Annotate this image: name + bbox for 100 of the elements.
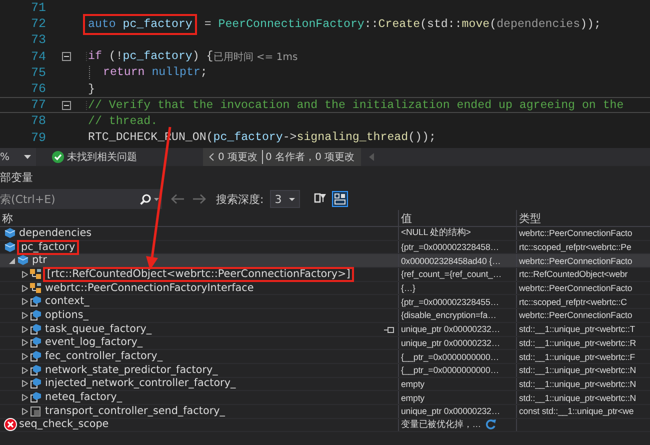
variable-row[interactable]: [rtc::RefCountedObject<webrtc::PeerConnectionFactory>] {ref_count_={ref_count_… rtc::RefCountedObject<webr <box>0 268 650 282</box>
variable-row[interactable]: network_state_predictor_factory_ {__ptr_=0x0000000000… std::__1::unique_ptr<webrtc::N <box>0 364 650 378</box>
class-hierarchy-icon <box>30 268 43 281</box>
variable-row[interactable]: ptr 0x000002328458ad40 {… webrtc::PeerConnectionFacto <box>0 254 650 268</box>
variable-name: seq_check_scope <box>19 419 109 430</box>
variable-type: std::__1::unique_ptr<webrtc::F <box>519 352 636 362</box>
zoom-dropdown[interactable]: % <box>0 148 36 166</box>
variable-type: webrtc::PeerConnectionFacto <box>519 256 632 266</box>
variable-row[interactable]: neteq_factory_ empty std::__1::unique_ptr<webrtc::N <box>0 391 650 405</box>
changes-count[interactable]: 0 项更改 <box>218 150 258 164</box>
variable-name: context_ <box>45 296 90 308</box>
filter-pin-icon[interactable] <box>314 193 326 205</box>
variable-name: dependencies <box>19 228 92 239</box>
left-caret-icon <box>209 153 214 161</box>
code-token: dependencies <box>496 18 580 31</box>
search-box[interactable]: 索(Ctrl+E) <box>0 189 162 209</box>
code-token: (std:: <box>420 18 462 31</box>
variable-name: fec_controller_factory_ <box>45 351 163 362</box>
field-icon <box>30 322 43 336</box>
variable-name: network_state_predictor_factory_ <box>45 364 218 376</box>
variable-row[interactable]: dependencies <NULL 处的结构> webrtc::PeerConnectionFacto <box>0 227 650 241</box>
variable-value: unique_ptr 0x00000232… <box>401 324 500 334</box>
left-triangle-icon <box>368 153 374 161</box>
variable-icon <box>17 254 30 268</box>
forward-arrow-icon[interactable] <box>193 194 206 204</box>
code-token: nullptr <box>150 66 200 80</box>
column-header[interactable]: 类型 <box>516 210 650 226</box>
variable-value: unique_ptr 0x00000232… <box>401 406 500 416</box>
issues-status: 未找到相关问题 <box>67 150 137 164</box>
expand-icon[interactable] <box>22 394 28 402</box>
expand-icon[interactable] <box>22 312 28 319</box>
variable-value: {…} <box>401 283 416 294</box>
collapse-icon[interactable] <box>62 52 71 62</box>
column-header[interactable]: 值 <box>398 210 516 226</box>
field-icon <box>30 404 43 418</box>
code-token: pc_factory <box>122 50 192 64</box>
collapse-icon[interactable] <box>62 100 71 110</box>
code-token: ; <box>200 66 208 80</box>
variable-value: unique_ptr 0x00000232… <box>401 338 500 348</box>
variable-row[interactable]: transport_controller_send_factory_ unique_ptr 0x00000232… const std::__1::unique_ptr<we <box>0 404 650 419</box>
line-number: 77 <box>30 98 46 112</box>
code-token: ) { <box>192 50 214 64</box>
expand-icon[interactable] <box>22 298 28 306</box>
variable-value: {ptr_=0x000002328458… <box>401 242 499 252</box>
refresh-icon[interactable] <box>484 419 496 430</box>
variable-name: neteq_factory_ <box>45 392 122 404</box>
code-token: } <box>88 82 95 96</box>
variable-value: empty <box>401 392 424 403</box>
expand-icon[interactable] <box>22 270 28 278</box>
line-number: 79 <box>30 130 46 145</box>
variable-value: {ref_count_={ref_count_… <box>401 269 502 280</box>
variable-row[interactable]: context_ {ptr_=0x000002328455… rtc::scoped_refptr<webrtc::C <box>0 295 650 310</box>
caret-icon <box>154 198 159 200</box>
code-token: auto <box>88 18 116 31</box>
line-number: 72 <box>30 17 46 32</box>
expand-icon[interactable] <box>22 353 28 360</box>
expand-icon[interactable] <box>22 284 28 292</box>
column-header[interactable]: 称 <box>0 210 398 226</box>
variable-name: options_ <box>45 310 88 321</box>
expand-icon[interactable] <box>22 366 28 374</box>
code-token: ()); <box>408 131 436 144</box>
expand-icon[interactable] <box>22 326 28 333</box>
variable-type: rtc::RefCountedObject<webr <box>519 269 628 280</box>
code-token: Create <box>378 18 420 31</box>
class-hierarchy-icon <box>30 282 43 295</box>
variable-row[interactable]: event_log_factory_ unique_ptr 0x00000232… std::__1::unique_ptr<webrtc::R <box>0 336 650 350</box>
variable-value: {disable_encryption=fa… <box>401 310 496 320</box>
variable-row[interactable]: webrtc::PeerConnectionFactoryInterface {…} webrtc::PeerConnectionFacto <box>0 282 650 296</box>
variable-name: transport_controller_send_factory_ <box>45 406 225 417</box>
code-token: ( <box>490 18 497 31</box>
variable-type: std::__1::unique_ptr<webrtc::N <box>519 365 636 376</box>
expand-icon[interactable] <box>22 339 28 346</box>
expand-icon[interactable] <box>22 380 28 388</box>
variable-type: webrtc::PeerConnectionFacto <box>519 283 632 294</box>
expanded-icon[interactable] <box>9 257 15 264</box>
variable-row[interactable]: seq_check_scope 变量已被优化掉，… <box>0 418 650 432</box>
error-icon <box>4 418 17 432</box>
variable-type: std::__1::unique_ptr<webrtc::N <box>519 392 636 403</box>
view-toggle-button[interactable] <box>332 191 348 207</box>
code-token: PeerConnectionFactory <box>218 18 364 31</box>
variable-row[interactable]: options_ {disable_encryption=fa… webrtc::PeerConnectionFacto <box>0 309 650 323</box>
variable-name: injected_network_controller_factory_ <box>45 378 236 390</box>
line-number: 71 <box>30 1 46 16</box>
field-icon <box>30 295 43 308</box>
authors-count[interactable]: 0 名作者，0 项更改 <box>262 150 355 164</box>
depth-dropdown[interactable]: 3 <box>270 190 300 208</box>
variable-name: pc_factory <box>19 242 78 253</box>
search-field[interactable]: 索(Ctrl+E) <box>0 192 137 206</box>
expand-icon[interactable] <box>22 408 28 415</box>
pin-icon[interactable] <box>384 326 394 333</box>
field-icon <box>30 377 43 390</box>
back-arrow-icon[interactable] <box>171 194 184 204</box>
variable-row[interactable]: task_queue_factory_ unique_ptr 0x00000232… std::__1::unique_ptr<webrtc::T <box>0 322 650 336</box>
code-token: )); <box>580 18 601 31</box>
line-number: 76 <box>30 82 46 96</box>
code-token: return <box>89 66 145 80</box>
variable-row[interactable]: fec_controller_factory_ {__ptr_=0x0000000000… std::__1::unique_ptr<webrtc::F <box>0 350 650 364</box>
field-icon <box>30 364 43 377</box>
depth-label: 搜索深度: <box>216 192 264 206</box>
variable-row[interactable]: injected_network_controller_factory_ empty std::__1::unique_ptr<webrtc::N <box>0 378 650 392</box>
